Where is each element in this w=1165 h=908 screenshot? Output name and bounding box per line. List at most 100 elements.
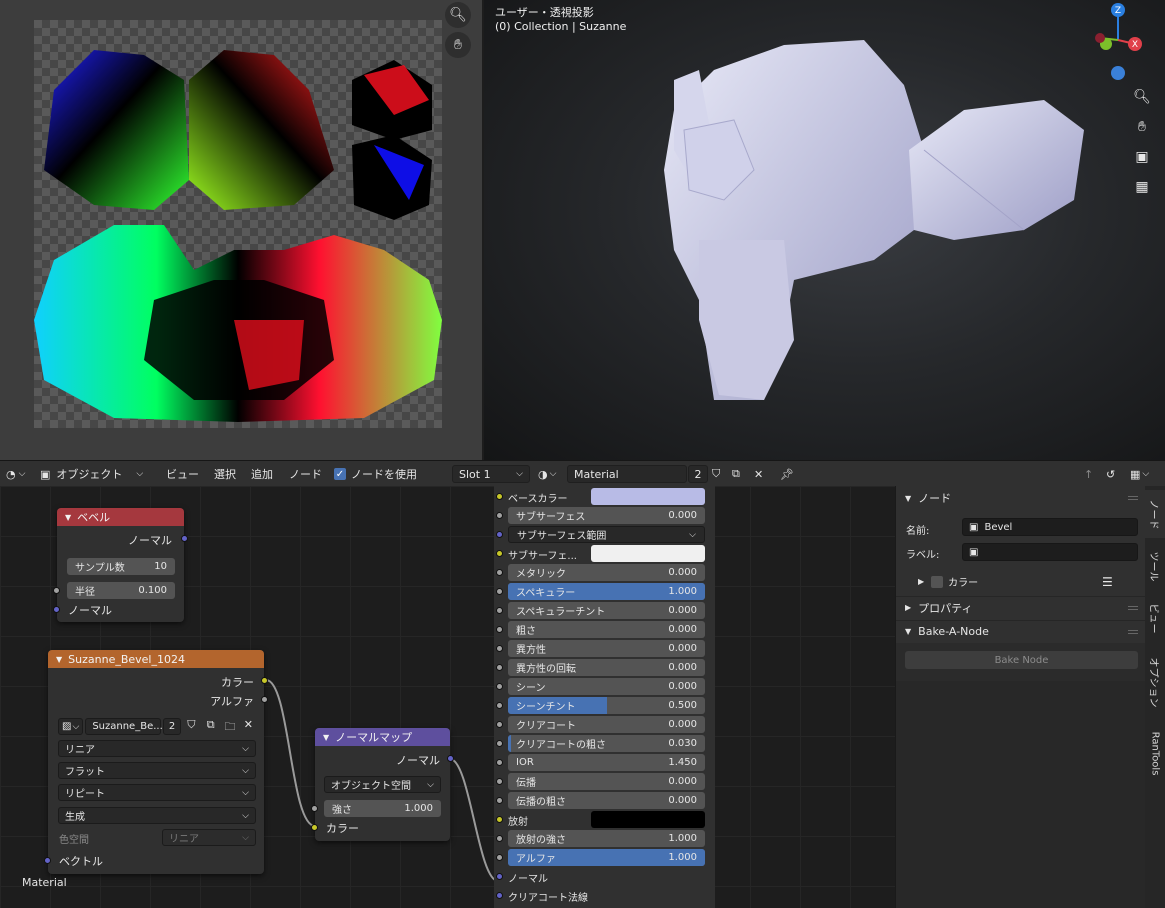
menu-select[interactable]: 選択 xyxy=(214,465,236,483)
collapse-triangle-icon[interactable]: ▼ xyxy=(323,733,329,742)
node-section-header[interactable]: ▼ ノード xyxy=(896,487,1146,509)
bsdf-value-slider[interactable]: 粗さ 0.000 xyxy=(508,621,705,638)
3d-viewport[interactable]: ユーザー・透視投影 (0) Collection | Suzanne Z X 🔍… xyxy=(484,0,1165,460)
bsdf-input-row[interactable]: 放射の強さ 1.000 xyxy=(494,829,715,848)
slot-dropdown[interactable]: Slot 1 ⌵ xyxy=(452,465,530,483)
bsdf-input-row[interactable]: 粗さ 0.000 xyxy=(494,620,715,639)
normal-map-node[interactable]: ▼ ノーマルマップ ノーマル オブジェクト空間 ⌵ 強さ 1.000 カラー xyxy=(311,728,454,841)
bake-a-node-section-header[interactable]: ▼ Bake-A-Node xyxy=(896,620,1146,642)
editor-type-icon[interactable]: ◔ ⌵ xyxy=(6,465,25,483)
bsdf-input-row[interactable]: クリアコート法線 xyxy=(494,886,715,905)
image-texture-node[interactable]: ▼ Suzanne_Bevel_1024 カラー アルファ ▨ ⌵ Suzanne… xyxy=(44,650,268,874)
properties-section-header[interactable]: ▶ プロパティ xyxy=(896,596,1146,618)
color-swatch[interactable] xyxy=(591,488,705,505)
bsdf-value-slider[interactable]: シーンチント 0.500 xyxy=(508,697,705,714)
node-name-field[interactable]: ▣ Bevel xyxy=(962,518,1138,536)
bsdf-value-slider[interactable]: クリアコートの粗さ 0.030 xyxy=(508,735,705,752)
image-output-alpha-socket[interactable] xyxy=(261,696,268,703)
tab-tool[interactable]: ツール xyxy=(1145,542,1165,590)
principled-bsdf-node[interactable]: ベースカラー サブサーフェス 0.000 サブサーフェス範囲 ⌵ サブサーフェ... メタリ… xyxy=(494,486,715,908)
image-output-color-socket[interactable] xyxy=(261,677,268,684)
bsdf-input-socket[interactable] xyxy=(496,607,503,614)
collapse-triangle-icon[interactable]: ▼ xyxy=(56,655,62,664)
bsdf-value-slider[interactable]: クリアコート 0.000 xyxy=(508,716,705,733)
bsdf-input-row[interactable]: 放射 xyxy=(494,810,715,829)
extension-dropdown[interactable]: リピート ⌵ xyxy=(58,784,256,801)
close-icon[interactable]: ✕ xyxy=(754,465,763,483)
bsdf-input-socket[interactable] xyxy=(496,816,503,823)
hand-icon[interactable]: ✋︎ xyxy=(445,32,471,58)
object-mode-dropdown[interactable]: ▣ オブジェクト ⌵ xyxy=(40,465,143,483)
bsdf-input-socket[interactable] xyxy=(496,721,503,728)
duplicate-icon[interactable]: ⧉ xyxy=(202,718,219,736)
bsdf-value-slider[interactable]: 放射の強さ 1.000 xyxy=(508,830,705,847)
normal-map-strength-socket[interactable] xyxy=(311,805,318,812)
fake-user-shield-icon[interactable]: ⛉ xyxy=(183,718,200,736)
hand-icon[interactable]: ✋︎ xyxy=(1131,116,1153,138)
tab-rantools[interactable]: RanTools xyxy=(1145,722,1165,784)
pin-icon[interactable]: 📌︎ xyxy=(780,465,794,483)
node-canvas[interactable]: ▼ ベベル ノーマル サンプル数 10 半径 0.100 ノーマル ▼ Suzann… xyxy=(0,486,895,908)
material-name-field[interactable]: Material xyxy=(567,465,687,483)
node-label-field[interactable]: ▣ xyxy=(962,543,1138,561)
snap-icon[interactable]: ↺ xyxy=(1106,465,1115,483)
bsdf-input-socket[interactable] xyxy=(496,740,503,747)
bsdf-input-socket[interactable] xyxy=(496,664,503,671)
camera-icon[interactable]: ▣ xyxy=(1131,146,1153,168)
bsdf-value-slider[interactable]: サブサーフェス 0.000 xyxy=(508,507,705,524)
bsdf-input-row[interactable]: 異方性の回転 0.000 xyxy=(494,658,715,677)
bsdf-input-socket[interactable] xyxy=(496,797,503,804)
source-dropdown[interactable]: 生成 ⌵ xyxy=(58,807,256,824)
bsdf-input-row[interactable]: シーン 0.000 xyxy=(494,677,715,696)
bsdf-value-slider[interactable]: IOR 1.450 xyxy=(508,754,705,771)
interpolation-dropdown[interactable]: リニア ⌵ xyxy=(58,740,256,757)
bsdf-input-socket[interactable] xyxy=(496,493,503,500)
normal-map-output-socket[interactable] xyxy=(447,755,454,762)
bevel-output-normal-socket[interactable] xyxy=(181,535,188,542)
normal-map-color-socket[interactable] xyxy=(311,824,318,831)
bsdf-input-socket[interactable] xyxy=(496,702,503,709)
bsdf-input-row[interactable]: 伝播の粗さ 0.000 xyxy=(494,791,715,810)
bake-node-button[interactable]: Bake Node xyxy=(905,651,1138,669)
bsdf-value-slider[interactable]: スペキュラーチント 0.000 xyxy=(508,602,705,619)
bsdf-value-slider[interactable]: 異方性の回転 0.000 xyxy=(508,659,705,676)
bsdf-input-row[interactable]: IOR 1.450 xyxy=(494,753,715,772)
bsdf-value-slider[interactable]: スペキュラー 1.000 xyxy=(508,583,705,600)
bsdf-input-row[interactable]: シーンチント 0.500 xyxy=(494,696,715,715)
bsdf-value-slider[interactable]: 伝播 0.000 xyxy=(508,773,705,790)
bsdf-input-socket[interactable] xyxy=(496,683,503,690)
close-icon[interactable]: ✕ xyxy=(241,718,256,736)
bsdf-input-socket[interactable] xyxy=(496,645,503,652)
color-swatch[interactable] xyxy=(591,811,705,828)
bsdf-input-row[interactable]: サブサーフェ... xyxy=(494,544,715,563)
bsdf-value-slider[interactable]: メタリック 0.000 xyxy=(508,564,705,581)
snap-mode-icon[interactable]: ▦ ⌵ xyxy=(1130,465,1149,483)
bsdf-value-slider[interactable]: シーン 0.000 xyxy=(508,678,705,695)
bevel-node-header[interactable]: ▼ ベベル xyxy=(57,508,184,526)
image-editor[interactable]: 🔍︎ ✋︎ xyxy=(0,0,482,460)
bsdf-input-row[interactable]: 伝播 0.000 xyxy=(494,772,715,791)
bevel-radius-field[interactable]: 半径 0.100 xyxy=(67,582,175,599)
navigation-gizmo[interactable]: Z X xyxy=(1080,0,1150,82)
bsdf-input-socket[interactable] xyxy=(496,569,503,576)
material-users-count[interactable]: 2 xyxy=(688,465,708,483)
bevel-node[interactable]: ▼ ベベル ノーマル サンプル数 10 半径 0.100 ノーマル xyxy=(53,508,188,622)
bevel-samples-field[interactable]: サンプル数 10 xyxy=(67,558,175,575)
bsdf-input-socket[interactable] xyxy=(496,835,503,842)
drag-grip-icon[interactable] xyxy=(1128,606,1138,610)
bevel-input-normal-socket[interactable] xyxy=(53,606,60,613)
bsdf-input-row[interactable]: アルファ 1.000 xyxy=(494,848,715,867)
menu-node[interactable]: ノード xyxy=(289,465,322,483)
bsdf-input-socket[interactable] xyxy=(496,873,503,880)
grid-icon[interactable]: ▦ xyxy=(1131,176,1153,198)
bsdf-input-socket[interactable] xyxy=(496,588,503,595)
bsdf-value-slider[interactable]: 異方性 0.000 xyxy=(508,640,705,657)
tab-options[interactable]: オプション xyxy=(1145,646,1165,718)
bsdf-input-row[interactable]: クリアコートの粗さ 0.030 xyxy=(494,734,715,753)
list-menu-icon[interactable]: ☰ xyxy=(1102,575,1113,589)
bevel-radius-socket[interactable] xyxy=(53,587,60,594)
color-swatch[interactable] xyxy=(591,545,705,562)
parent-tree-icon[interactable]: ↑ xyxy=(1084,465,1093,483)
material-browse-icon[interactable]: ◑ ⌵ xyxy=(538,465,556,483)
bsdf-input-socket[interactable] xyxy=(496,531,503,538)
